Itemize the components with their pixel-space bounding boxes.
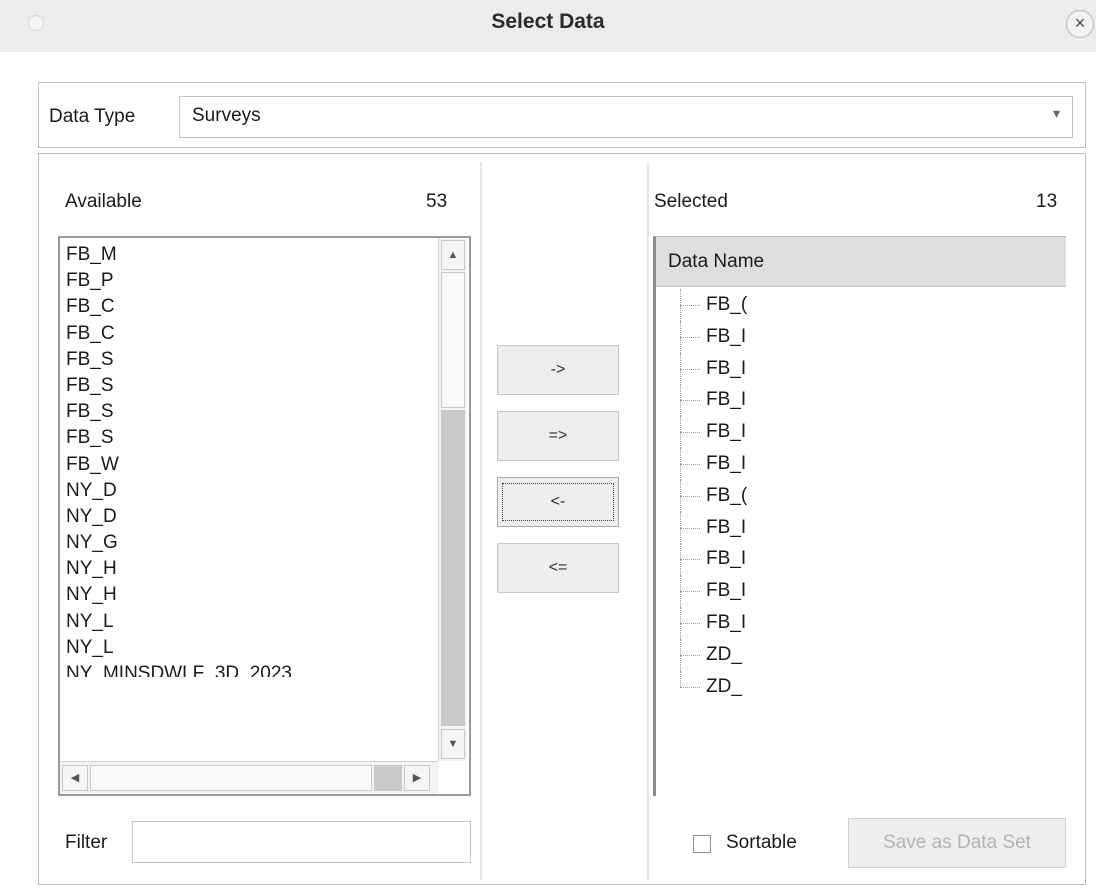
tree-item[interactable]: FB_I	[656, 320, 1066, 353]
list-item[interactable]: NY_G	[66, 530, 436, 556]
filter-label: Filter	[65, 832, 108, 853]
list-item[interactable]: FB_C	[66, 321, 436, 347]
selected-tree[interactable]: Data Name FB_(FB_I FB_I FB_I FB_I FB_I FB_(FB…	[653, 236, 1066, 796]
panel-divider	[647, 162, 649, 880]
tree-item-label: FB_I	[706, 452, 747, 474]
tree-item-label: FB_I	[706, 516, 747, 538]
sortable-label: Sortable	[726, 832, 797, 853]
available-count: 53	[426, 191, 448, 212]
selected-items: FB_( FB_I FB_I FB_I FB_I FB_I FB_( FB_I FB_I FB_I…	[656, 289, 1066, 702]
scroll-thumb[interactable]	[441, 272, 465, 408]
scroll-up-icon[interactable]: ▲	[441, 240, 465, 270]
tree-connector	[680, 463, 700, 465]
list-item[interactable]: NY_MINSDWLF_3D_2023	[66, 661, 436, 677]
remove-all-button[interactable]: <=	[497, 543, 619, 593]
tree-item[interactable]: FB_I	[656, 543, 1066, 576]
tree-connector	[680, 400, 700, 402]
data-type-select[interactable]: Surveys ▾	[179, 96, 1073, 138]
tree-connector	[680, 368, 700, 370]
list-item[interactable]: FB_S	[66, 425, 436, 451]
add-all-button[interactable]: =>	[497, 411, 619, 461]
tree-item[interactable]: FB_(	[656, 479, 1066, 512]
list-item[interactable]: NY_H	[66, 582, 436, 608]
tree-item-label: FB_I	[706, 548, 747, 570]
tree-item-label: FB_I	[706, 325, 747, 347]
title-bar: Select Data ×	[0, 0, 1096, 52]
tree-item-label: FB_I	[706, 389, 747, 411]
list-item[interactable]: NY_L	[66, 609, 436, 635]
close-button[interactable]: ×	[1066, 10, 1094, 38]
tree-connector	[680, 495, 700, 497]
hscroll-track[interactable]	[374, 765, 402, 791]
column-header-data-name[interactable]: Data Name	[656, 237, 1066, 287]
tree-item[interactable]: FB_I	[656, 447, 1066, 480]
vertical-scrollbar[interactable]: ▲ ▼	[438, 238, 467, 761]
list-item[interactable]: FB_S	[66, 373, 436, 399]
list-item[interactable]: NY_D	[66, 504, 436, 530]
hscroll-thumb[interactable]	[90, 765, 372, 791]
list-item[interactable]: FB_C	[66, 294, 436, 320]
add-selected-button[interactable]: ->	[497, 345, 619, 395]
filter-input[interactable]	[132, 821, 471, 863]
tree-connector	[680, 305, 700, 306]
tree-item-label: FB_(	[706, 484, 748, 506]
tree-connector	[680, 654, 700, 656]
list-item[interactable]: FB_P	[66, 268, 436, 294]
tree-item-label: FB_I	[706, 421, 747, 443]
list-item[interactable]: FB_S	[66, 347, 436, 373]
focus-ring	[502, 483, 614, 521]
list-item[interactable]: FB_M	[66, 242, 436, 268]
selected-label: Selected	[654, 191, 728, 212]
data-type-label: Data Type	[49, 106, 136, 127]
list-item[interactable]: FB_W	[66, 452, 436, 478]
remove-selected-button[interactable]: <-	[497, 477, 619, 527]
tree-connector	[680, 670, 681, 687]
tree-item-label: FB_I	[706, 357, 747, 379]
tree-item-label: FB_(	[706, 294, 748, 315]
tree-item[interactable]: FB_I	[656, 511, 1066, 544]
dialog-title: Select Data	[491, 10, 605, 33]
tree-connector	[680, 432, 700, 434]
horizontal-scrollbar[interactable]: ◀ ▶	[60, 761, 438, 794]
tree-item[interactable]: FB_(	[656, 289, 1066, 321]
tree-item-label: FB_I	[706, 611, 747, 633]
selected-count: 13	[1036, 191, 1058, 212]
tree-connector	[680, 336, 700, 338]
chevron-down-icon: ▾	[1052, 105, 1060, 121]
scroll-left-icon[interactable]: ◀	[62, 765, 88, 791]
tree-connector	[680, 559, 700, 561]
tree-item[interactable]: FB_I	[656, 352, 1066, 385]
list-item[interactable]: NY_H	[66, 556, 436, 582]
list-item[interactable]: FB_S	[66, 399, 436, 425]
available-list[interactable]: FB_M FB_P FB_C FB_C FB_S FB_S FB_S FB_S FB_W NY_D…	[58, 236, 471, 796]
available-label: Available	[65, 191, 142, 212]
tree-item[interactable]: FB_I	[656, 416, 1066, 449]
list-item[interactable]: NY_L	[66, 635, 436, 661]
save-as-data-set-button[interactable]: Save as Data Set	[848, 818, 1066, 868]
tree-item-label: FB_I	[706, 580, 747, 602]
tree-item-label: ZD_	[706, 643, 742, 665]
available-items: FB_M FB_P FB_C FB_C FB_S FB_S FB_S FB_S FB_W NY_D…	[66, 242, 436, 677]
scroll-track[interactable]	[441, 410, 465, 726]
panel-divider	[480, 162, 482, 880]
scroll-right-icon[interactable]: ▶	[404, 765, 430, 791]
sortable-checkbox[interactable]	[693, 835, 711, 853]
tree-item[interactable]: ZD_	[656, 670, 1066, 703]
tree-connector	[680, 591, 700, 593]
scroll-down-icon[interactable]: ▼	[441, 729, 465, 759]
tree-item[interactable]: FB_I	[656, 606, 1066, 639]
tree-item[interactable]: FB_I	[656, 384, 1066, 417]
tree-item-label: ZD_	[706, 675, 742, 697]
tree-connector	[680, 622, 700, 624]
tree-item[interactable]: FB_I	[656, 575, 1066, 608]
tree-connector	[680, 686, 700, 688]
data-type-value: Surveys	[192, 105, 261, 126]
tree-connector	[680, 527, 700, 529]
list-item[interactable]: NY_D	[66, 478, 436, 504]
tree-item[interactable]: ZD_	[656, 638, 1066, 671]
